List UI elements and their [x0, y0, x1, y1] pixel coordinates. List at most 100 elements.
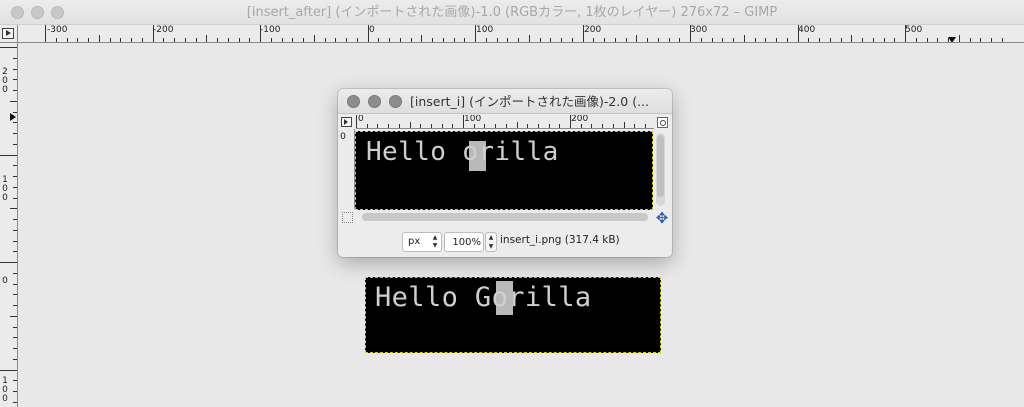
ruler-tick	[644, 124, 646, 128]
zoom-input[interactable]: 100%	[444, 232, 484, 252]
ruler-tick	[612, 124, 614, 128]
sub-vertical-ruler[interactable]: 0	[338, 129, 355, 209]
ruler-tick	[217, 37, 218, 42]
ruler-tick	[12, 401, 17, 403]
ruler-tick	[324, 37, 326, 42]
vertical-scrollbar-thumb[interactable]	[657, 135, 664, 197]
ruler-tick	[335, 37, 337, 42]
h-ruler-label: 400	[798, 25, 816, 35]
ruler-tick	[420, 124, 422, 128]
h-ruler-label: 500	[905, 25, 923, 35]
unit-dropdown-arrows-icon: ▲ ▼	[432, 234, 438, 249]
ruler-tick	[0, 47, 17, 48]
ruler-tick	[12, 219, 17, 220]
ruler-tick	[356, 115, 357, 128]
ruler-tick	[366, 124, 368, 128]
zoom-image-icon[interactable]	[657, 117, 668, 128]
ruler-tick	[98, 34, 100, 42]
zoom-stepper[interactable]: ▲ ▼	[485, 232, 497, 252]
ruler-tick	[303, 37, 304, 42]
ruler-tick	[12, 337, 17, 339]
ruler-tick	[496, 37, 498, 42]
sub-menu-button[interactable]	[341, 117, 352, 127]
ruler-tick	[238, 37, 240, 42]
ruler-tick	[421, 34, 423, 42]
ruler-tick	[571, 37, 573, 42]
vertical-ruler[interactable]: 2 0 0 1 0 0 0 1 0 0	[0, 43, 18, 407]
ruler-tick	[539, 37, 541, 42]
ruler-tick	[12, 57, 17, 59]
main-image-text: Hello Gorilla	[375, 282, 592, 313]
sub-v-ruler-label: 0	[340, 132, 346, 142]
sub-maximize-button[interactable]	[389, 95, 402, 108]
ruler-tick	[260, 25, 261, 42]
ruler-tick	[378, 37, 380, 42]
ruler-tick	[12, 391, 17, 392]
ruler-tick	[398, 124, 400, 128]
sub-horizontal-ruler[interactable]: 0 100 200	[356, 115, 654, 129]
sub-minimize-button[interactable]	[368, 95, 381, 108]
ruler-tick	[507, 37, 509, 42]
ruler-tick	[12, 358, 17, 360]
ruler-tick	[463, 115, 464, 128]
ruler-tick	[12, 326, 17, 328]
sub-window-title: [insert_i] (インポートされた画像)-2.0 (...	[410, 94, 650, 109]
horizontal-scrollbar[interactable]	[362, 213, 648, 221]
ruler-tick	[495, 124, 497, 128]
ruler-tick	[174, 37, 175, 42]
ruler-tick	[12, 348, 17, 349]
status-bar: px ▲ ▼ 100% ▲ ▼ insert_i.png (317.4 kB)	[338, 228, 672, 257]
main-image-layer[interactable]: Hello Gorilla	[365, 277, 661, 353]
ruler-tick	[915, 37, 917, 42]
vertical-scrollbar[interactable]	[656, 133, 665, 206]
ruler-tick	[270, 37, 272, 42]
unit-selector[interactable]: px ▲ ▼	[402, 232, 442, 252]
h-ruler-label: 100	[476, 25, 494, 35]
image-window-insert-i[interactable]: [insert_i] (インポートされた画像)-2.0 (... 0 100 2…	[338, 89, 672, 257]
ruler-tick	[591, 124, 593, 128]
ruler-tick	[765, 37, 767, 42]
ruler-tick	[313, 34, 315, 42]
ruler-tick	[872, 37, 874, 42]
quick-mask-toggle[interactable]	[342, 212, 353, 223]
ruler-tick	[550, 37, 552, 42]
sub-close-button[interactable]	[347, 95, 360, 108]
h-ruler-label: 0	[369, 25, 375, 35]
ruler-tick	[12, 197, 17, 199]
ruler-tick	[12, 272, 17, 274]
navigate-icon[interactable]: ✥	[654, 210, 670, 226]
ruler-tick	[464, 37, 466, 42]
sub-window-title-bar: [insert_i] (インポートされた画像)-2.0 (...	[338, 89, 672, 114]
sub-image-layer[interactable]: Hello orilla	[355, 131, 653, 210]
ruler-tick	[430, 124, 432, 128]
ruler-tick	[109, 37, 111, 42]
ruler-tick	[614, 37, 616, 42]
ruler-tick	[636, 34, 638, 42]
ruler-tick	[851, 34, 853, 42]
ruler-tick	[580, 124, 582, 128]
ruler-tick	[958, 34, 960, 42]
ruler-tick	[700, 37, 702, 42]
ruler-tick	[0, 369, 17, 371]
ruler-tick	[548, 124, 550, 128]
ruler-tick	[55, 37, 57, 42]
ruler-tick	[12, 251, 17, 253]
ruler-tick	[505, 124, 507, 128]
horizontal-ruler[interactable]: -300 -200 -100 0 100 200 300 400 500	[18, 25, 1013, 43]
ruler-tick	[45, 25, 46, 42]
ruler-tick	[184, 37, 186, 42]
sub-h-ruler-label: 200	[571, 115, 589, 124]
sub-h-ruler-label: 100	[464, 115, 482, 124]
ruler-tick	[432, 37, 433, 42]
ruler-tick	[388, 124, 390, 128]
menu-button[interactable]	[0, 25, 18, 43]
ruler-tick	[722, 37, 724, 42]
ruler-tick	[819, 37, 820, 42]
ruler-tick	[894, 37, 896, 42]
ruler-tick	[12, 90, 17, 91]
ruler-tick	[452, 124, 454, 128]
ruler-tick	[131, 37, 132, 42]
ruler-tick	[409, 122, 411, 128]
ruler-tick	[926, 37, 928, 42]
ruler-tick	[163, 37, 165, 42]
